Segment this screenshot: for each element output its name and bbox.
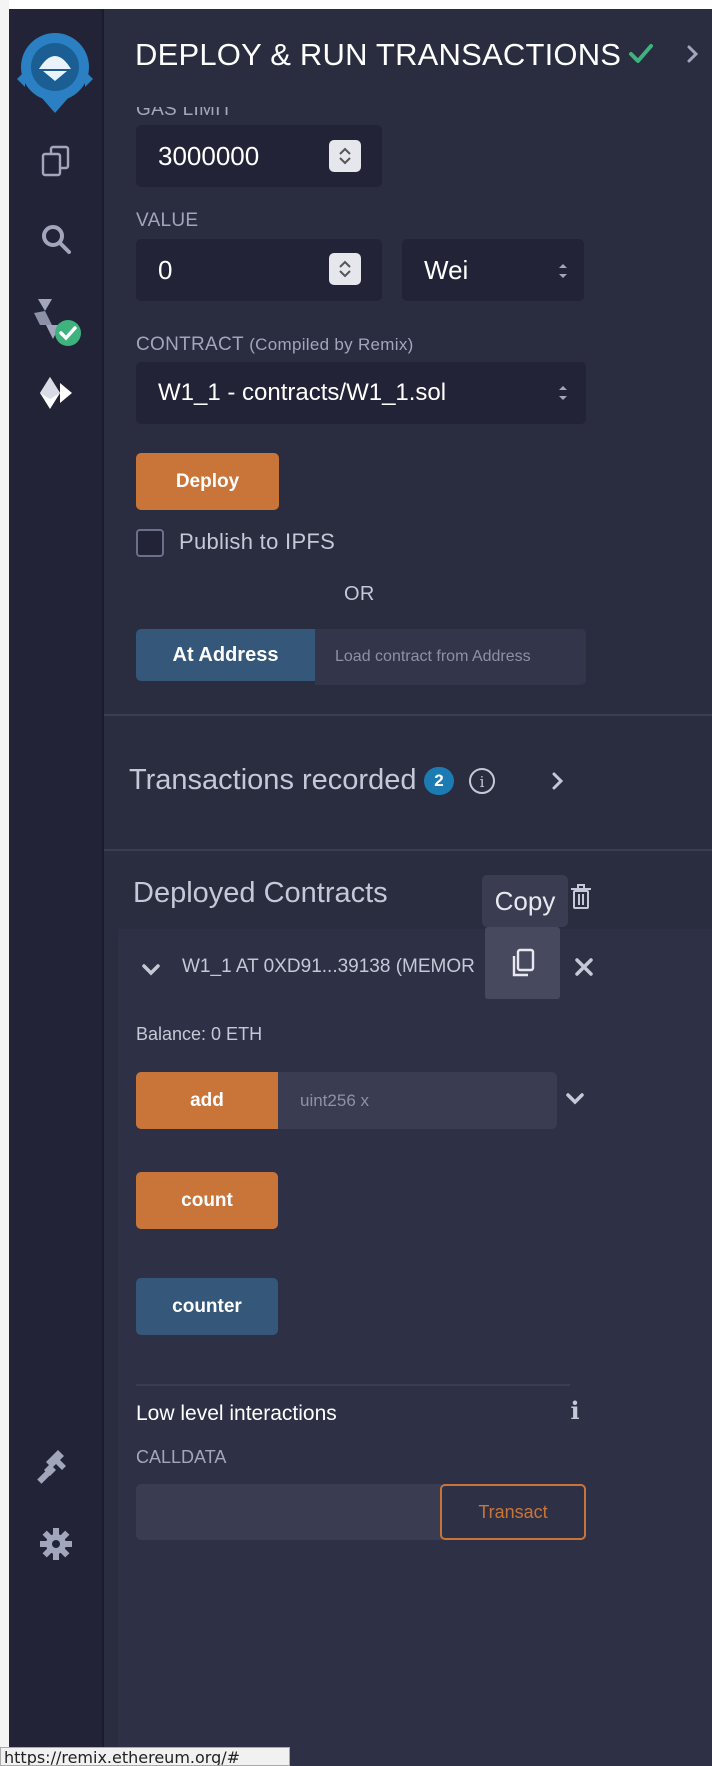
copy-icon xyxy=(512,948,534,977)
solidity-compiler-icon[interactable] xyxy=(9,293,102,353)
at-address-input[interactable]: Load contract from Address xyxy=(315,629,586,685)
chevron-right-icon[interactable] xyxy=(551,771,565,791)
settings-icon[interactable] xyxy=(9,1519,102,1569)
deployed-contracts-title: Deployed Contracts xyxy=(133,877,388,909)
gas-limit-label: GAS LIMIT xyxy=(136,99,233,120)
transactions-recorded-title[interactable]: Transactions recorded xyxy=(129,764,416,797)
search-icon[interactable] xyxy=(9,217,102,261)
gas-limit-stepper-icon[interactable] xyxy=(329,140,361,172)
close-icon[interactable] xyxy=(573,956,595,978)
function-add-placeholder: uint256 x xyxy=(300,1090,369,1110)
svg-text:i: i xyxy=(480,773,485,791)
contract-selected: W1_1 - contracts/W1_1.sol xyxy=(158,379,447,406)
deploy-button[interactable]: Deploy xyxy=(136,453,279,510)
window-top-border xyxy=(0,0,712,9)
contract-select[interactable]: W1_1 - contracts/W1_1.sol xyxy=(136,362,586,424)
calldata-label: CALLDATA xyxy=(136,1447,227,1467)
panel-header: DEPLOY & RUN TRANSACTIONS xyxy=(104,9,712,101)
gas-limit-value: 3000000 xyxy=(158,140,260,171)
function-add-input[interactable]: uint256 x xyxy=(278,1072,557,1129)
at-address-placeholder: Load contract from Address xyxy=(335,648,531,665)
contract-label-note: (Compiled by Remix) xyxy=(249,335,414,354)
remix-logo-icon[interactable] xyxy=(17,31,93,117)
value-label: VALUE xyxy=(136,210,199,231)
copy-address-button[interactable] xyxy=(485,927,560,999)
card-divider xyxy=(136,1384,570,1386)
calldata-input[interactable] xyxy=(136,1484,442,1540)
svg-text:i: i xyxy=(570,1397,579,1423)
function-counter-button[interactable]: counter xyxy=(136,1278,278,1335)
panel-title: DEPLOY & RUN TRANSACTIONS xyxy=(135,37,622,72)
plugin-manager-icon[interactable] xyxy=(9,1439,102,1489)
section-divider xyxy=(104,714,712,716)
check-icon xyxy=(629,44,653,63)
chevron-down-icon[interactable] xyxy=(141,963,161,977)
balance-text: Balance: 0 ETH xyxy=(136,1024,263,1044)
info-icon[interactable]: i xyxy=(467,766,497,796)
low-level-title: Low level interactions xyxy=(136,1402,337,1425)
function-add-button[interactable]: add xyxy=(136,1072,278,1129)
status-url: https://remix.ethereum.org/# xyxy=(0,1747,290,1766)
publish-ipfs-checkbox[interactable] xyxy=(136,529,164,557)
function-count-button[interactable]: count xyxy=(136,1172,278,1229)
file-explorer-icon[interactable] xyxy=(9,139,102,183)
contract-instance-label[interactable]: W1_1 AT 0XD91...39138 (MEMOR xyxy=(182,956,484,978)
deployed-contract-card: W1_1 AT 0XD91...39138 (MEMOR Balance: 0 … xyxy=(118,929,712,1766)
deploy-run-icon[interactable] xyxy=(9,371,102,415)
section-divider xyxy=(104,849,712,851)
chevron-down-icon[interactable] xyxy=(565,1092,585,1106)
contract-label: CONTRACT (Compiled by Remix) xyxy=(136,334,414,356)
chevron-right-icon[interactable] xyxy=(684,43,702,65)
transactions-count-badge: 2 xyxy=(424,767,454,795)
icon-sidebar xyxy=(9,9,104,1766)
value-amount: 0 xyxy=(158,254,173,285)
contract-label-text: CONTRACT xyxy=(136,334,244,355)
trash-icon[interactable] xyxy=(570,884,592,910)
remix-window: DEPLOY & RUN TRANSACTIONS GAS LIMIT 3000… xyxy=(0,0,712,1766)
select-arrows-icon xyxy=(559,264,567,278)
publish-ipfs-label: Publish to IPFS xyxy=(179,529,336,554)
info-icon[interactable]: i xyxy=(568,1397,582,1423)
value-stepper-icon[interactable] xyxy=(329,253,361,285)
window-left-border xyxy=(0,0,9,1766)
or-label: OR xyxy=(344,583,375,605)
copy-tooltip: Copy xyxy=(482,875,568,927)
value-unit: Wei xyxy=(424,254,469,285)
at-address-button[interactable]: At Address xyxy=(136,629,315,681)
deploy-run-panel: DEPLOY & RUN TRANSACTIONS GAS LIMIT 3000… xyxy=(104,9,712,1766)
transact-button[interactable]: Transact xyxy=(440,1484,586,1540)
select-arrows-icon xyxy=(559,386,567,400)
